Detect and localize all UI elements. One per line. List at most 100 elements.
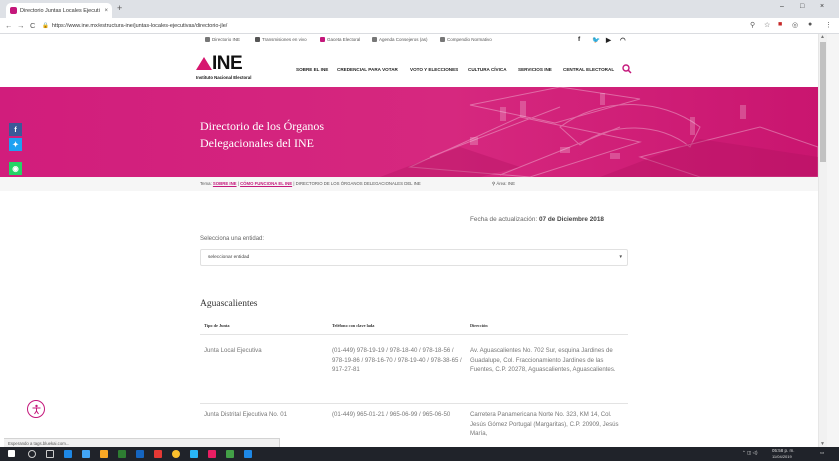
logo-triangle-icon [196,57,212,70]
excel-icon[interactable] [118,450,126,458]
share-twitter-button[interactable]: ✦ [9,138,22,151]
update-date: Fecha de actualización: 07 de Diciembre … [470,216,604,223]
update-label: Fecha de actualización: [470,216,538,223]
reload-button[interactable]: C [30,21,35,30]
utility-bar: Directorio INE Transmisiones en vivo Gac… [0,34,818,47]
share-whatsapp-button[interactable]: ◉ [9,162,22,175]
tray-date[interactable]: 11/04/2019 [772,454,792,459]
task-view-icon[interactable] [46,450,54,458]
column-header-tipo: Tipo de Junta [204,323,230,328]
minimize-button[interactable]: – [780,3,784,10]
tray-icons[interactable]: ⌃ ◫ ◁) [742,450,757,456]
column-header-telefono: Teléfono con clave lada [332,323,375,328]
twitter-icon: ✦ [12,140,19,149]
notification-icon[interactable]: ▭ [820,450,824,456]
scrollbar-thumb[interactable] [820,42,826,162]
util-link-gaceta[interactable]: Gaceta Electoral [320,37,360,42]
store-icon[interactable] [82,450,90,458]
accessibility-button[interactable] [27,400,45,418]
extension-icon[interactable]: ■ [778,21,782,28]
util-link-agenda[interactable]: Agenda Consejeros (as) [372,37,428,42]
browser-tab[interactable]: Directorio Juntas Locales Ejecuti × [6,3,112,18]
accessibility-icon [32,404,40,414]
folder-icon[interactable] [100,450,108,458]
site-header: INE Instituto Nacional Electoral SOBRE E… [0,47,818,87]
url-input[interactable]: 🔒 https://www.ine.mx/estructura-ine/junt… [42,20,732,32]
close-window-button[interactable]: × [820,3,824,10]
breadcrumb-current: DIRECTORIO DE LOS ÓRGANOS DELEGACIONALES… [295,181,421,186]
forward-button[interactable]: → [17,21,25,30]
search-icon[interactable]: ⚲ [750,21,755,29]
chrome-icon[interactable] [172,450,180,458]
newspaper-icon [320,37,325,42]
app-icon[interactable] [226,450,234,458]
cell-direccion: Av. Aguascalientes No. 702 Sur, esquina … [470,347,616,374]
util-label: Transmisiones en vivo [262,37,307,42]
util-link-compendio[interactable]: Compendio Normativo [440,37,492,42]
util-label: Agenda Consejeros (as) [379,37,428,42]
logo-subtitle: Instituto Nacional Electoral [196,75,252,80]
whatsapp-icon: ◉ [12,164,19,173]
facebook-icon[interactable]: f [578,36,580,43]
youtube-icon[interactable]: ▶ [606,36,611,44]
app-icon[interactable] [244,450,252,458]
address-bar: ← → C 🔒 https://www.ine.mx/estructura-in… [0,18,839,34]
entity-select[interactable]: seleccionar entidad ▼ [200,249,628,266]
side-panel [827,34,839,447]
nav-sobre-ine[interactable]: SOBRE EL INE [296,67,328,72]
star-icon[interactable]: ☆ [764,21,770,29]
breadcrumb-separator: | [237,181,239,186]
update-value: 07 de Diciembre 2018 [538,216,604,223]
rss-icon[interactable]: ◠ [620,36,626,44]
lock-icon: 🔒 [42,23,49,29]
entity-select-value: seleccionar entidad [208,255,250,260]
breadcrumb-link-sobre-ine[interactable]: SOBRE INE [213,181,237,186]
tray-time[interactable]: 05:58 p. m. [772,448,795,453]
chevron-down-icon: ▼ [618,254,623,259]
row-divider [200,403,628,404]
profile-icon[interactable]: ● [808,21,812,28]
util-link-directorio[interactable]: Directorio INE [205,37,240,42]
powerpoint-icon[interactable] [154,450,162,458]
nav-credencial[interactable]: CREDENCIAL PARA VOTAR [337,67,398,72]
location-pin-icon: ⚲ [492,181,496,186]
logo-word: INE [212,53,243,74]
nav-voto-elecciones[interactable]: VOTO Y ELECCIONES [410,67,458,72]
cell-telefono: (01-449) 965-01-21 / 965-06-99 / 965-06-… [332,411,451,418]
edge-icon[interactable] [64,450,72,458]
new-tab-button[interactable]: + [117,3,122,13]
ine-logo[interactable]: INE Instituto Nacional Electoral [196,53,260,84]
search-icon[interactable] [28,450,36,458]
breadcrumb: Tema: SOBRE INE | CÓMO FUNCIONA EL INE |… [200,181,421,186]
breadcrumb-bar: Tema: SOBRE INE | CÓMO FUNCIONA EL INE |… [0,177,818,191]
util-link-transmisiones[interactable]: Transmisiones en vivo [255,37,307,42]
nav-central-electoral[interactable]: CENTRAL ELECTORAL [563,67,614,72]
maximize-button[interactable]: □ [800,3,804,10]
hero-title-line2: Delegacionales del INE [200,136,314,150]
back-button[interactable]: ← [5,21,13,30]
app-icon[interactable] [190,450,198,458]
util-label: Gaceta Electoral [327,37,361,42]
windows-start-icon[interactable] [8,450,15,457]
nav-servicios[interactable]: SERVICIOS INE [518,67,552,72]
word-icon[interactable] [136,450,144,458]
app-icon[interactable] [208,450,216,458]
cell-tipo: Junta Distrital Ejecutiva No. 01 [204,411,287,418]
state-heading: Aguascalientes [200,299,258,309]
cell-telefono: (01-449) 978-19-19 / 978-18-40 / 978-18-… [332,347,462,374]
share-facebook-button[interactable]: f [9,123,22,136]
video-icon [255,37,260,42]
nav-cultura-civica[interactable]: CULTURA CÍVICA [468,67,507,72]
hero-title-line1: Directorio de los Órganos [200,119,325,133]
facebook-icon: f [14,125,17,134]
twitter-icon[interactable]: 🐦 [592,36,600,44]
scroll-up-icon[interactable]: ▲ [820,34,825,40]
tab-close-icon[interactable]: × [104,8,108,14]
menu-icon[interactable]: ⋮ [825,21,832,29]
breadcrumb-link-como-funciona[interactable]: CÓMO FUNCIONA EL INE [240,181,292,186]
hero-banner: Directorio de los Órganos Delegacionales… [0,87,818,177]
ine-favicon-icon [10,7,17,14]
page-scrollbar[interactable]: ▲ ▼ [818,34,827,447]
extension-icon[interactable]: ◎ [792,21,798,29]
search-icon[interactable] [622,64,632,74]
